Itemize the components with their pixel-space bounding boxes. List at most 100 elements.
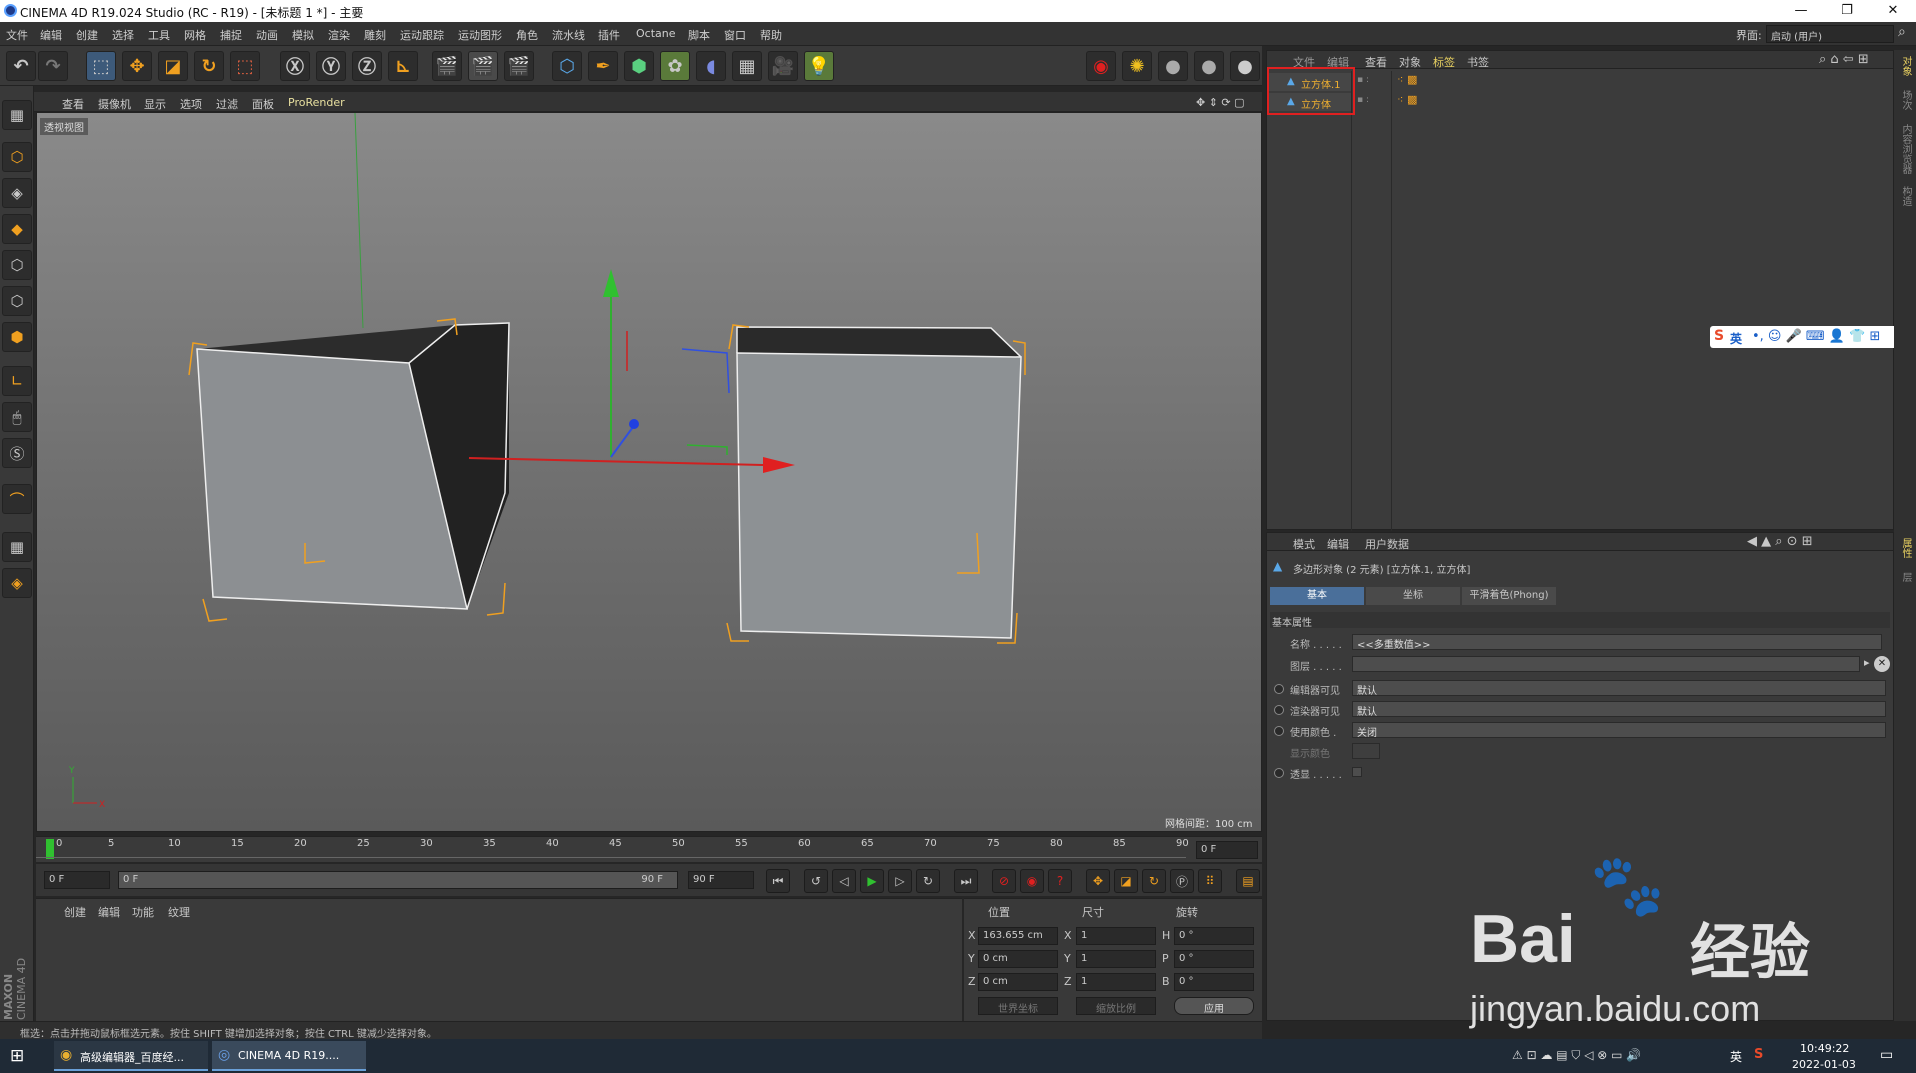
planar-workplane-icon[interactable]: ◈ [2,568,32,598]
menu-pipeline[interactable]: 流水线 [552,27,585,43]
menu-script[interactable]: 脚本 [688,27,710,43]
cube-primitive-icon[interactable]: ⬡ [552,51,582,81]
position-y-field[interactable]: 0 cm [978,950,1058,968]
objmgr-menu-tags[interactable]: 标签 [1433,54,1455,70]
menu-snap[interactable]: 捕捉 [220,27,242,43]
viewport-menu-panel[interactable]: 面板 [252,96,274,112]
side-tab-takes[interactable]: 场次 [1897,90,1913,110]
locked-workplane-icon[interactable]: ▦ [2,532,32,562]
clock-date[interactable]: 2022-01-03 [1792,1058,1856,1071]
notification-icon[interactable]: ▭ [1880,1047,1893,1063]
rotation-h-field[interactable]: 0 ° [1174,927,1254,945]
octane-render-icon[interactable]: ◉ [1086,51,1116,81]
magnet-icon[interactable]: ⌒ [2,484,32,514]
move-icon[interactable]: ✥ [122,51,152,81]
position-x-field[interactable]: 163.655 cm [978,927,1058,945]
deformer-icon[interactable]: ◖ [696,51,726,81]
viewport-menu-filter[interactable]: 过滤 [216,96,238,112]
interface-select[interactable]: 启动 (用户) [1766,25,1894,43]
ime-toolbar[interactable]: S 英 •, ☺ 🎤 ⌨ 👤 👕 ⊞ [1710,326,1916,348]
side-tab-content-browser[interactable]: 内容浏览器 [1897,124,1913,174]
attr-tab-phong[interactable]: 平滑着色(Phong) [1462,587,1556,605]
menu-character[interactable]: 角色 [516,27,538,43]
octane-material-icon[interactable]: ● [1158,51,1188,81]
recent-tool-icon[interactable]: ⬚ [230,51,260,81]
gizmo-z-axis[interactable] [610,426,634,458]
y-axis-lock-icon[interactable]: Ⓨ [316,51,346,81]
array-generator-icon[interactable]: ✿ [660,51,690,81]
light-icon[interactable]: 💡 [804,51,834,81]
menu-animate[interactable]: 动画 [256,27,278,43]
perspective-viewport[interactable]: Y X [36,112,1262,832]
gizmo-z-handle[interactable] [629,419,639,429]
next-key-icon[interactable]: ↻ [916,869,940,893]
playhead-marker[interactable] [46,839,54,859]
workplane-icon[interactable]: ◆ [2,214,32,244]
side-tab-attributes[interactable]: 属性 [1897,538,1913,558]
go-to-end-icon[interactable]: ⏭ [954,869,978,893]
layer-clear-icon[interactable]: ✕ [1874,656,1890,672]
key-position-icon[interactable]: ✥ [1086,869,1110,893]
clock-time[interactable]: 10:49:22 [1800,1042,1849,1055]
gizmo-x-axis[interactable] [468,457,764,466]
edges-mode-icon[interactable]: ⬡ [2,286,32,316]
menu-render[interactable]: 渲染 [328,27,350,43]
play-icon[interactable]: ▶ [860,869,884,893]
attr-menu-userdata[interactable]: 用户数据 [1365,536,1409,552]
key-rotation-icon[interactable]: ↻ [1142,869,1166,893]
render-view-icon[interactable]: 🎬 [432,51,462,81]
size-z-field[interactable]: 1 [1076,973,1156,991]
phong-tag-icon[interactable]: ⁖ ▩ [1397,73,1417,86]
size-y-field[interactable]: 1 [1076,950,1156,968]
record-active-icon[interactable]: ⊘ [992,869,1016,893]
texture-mode-icon[interactable]: ◈ [2,178,32,208]
timeline-ruler[interactable]: 0 F [36,836,1262,862]
rotation-p-field[interactable]: 0 ° [1174,950,1254,968]
editor-visible-select[interactable]: 默认 [1352,680,1886,697]
menu-help[interactable]: 帮助 [760,27,782,43]
name-field[interactable]: <<多重数值>> [1352,634,1882,651]
model-mode-icon[interactable]: ⬡ [2,142,32,172]
xray-checkbox[interactable] [1352,767,1362,777]
attr-nav-icon[interactable]: ◀ ▲ ⌕ ⊙ ⊞ [1747,534,1813,549]
material-menu-texture[interactable]: 纹理 [168,904,190,920]
previous-frame-icon[interactable]: ◁ [832,869,856,893]
undo-icon[interactable]: ↶ [6,51,36,81]
maximize-button[interactable]: ❐ [1824,0,1870,22]
x-axis-lock-icon[interactable]: Ⓧ [280,51,310,81]
rotate-icon[interactable]: ↻ [194,51,224,81]
objmgr-tools-icon[interactable]: ⌕ ⌂ ⇦ ⊞ [1819,52,1869,67]
render-picture-viewer-icon[interactable]: 🎬 [468,51,498,81]
menu-file[interactable]: 文件 [6,27,28,43]
gizmo-yz-plane[interactable] [686,444,728,455]
axis-mode-icon[interactable]: ∟ [2,366,32,396]
redo-icon[interactable]: ↷ [38,51,68,81]
layer-arrow-icon[interactable]: ▸ [1864,656,1870,669]
viewport-menu-view[interactable]: 查看 [62,96,84,112]
points-mode-icon[interactable]: ⬡ [2,250,32,280]
layer-field[interactable] [1352,656,1860,672]
viewport-menu-display[interactable]: 显示 [144,96,166,112]
menu-select[interactable]: 选择 [112,27,134,43]
polygons-mode-icon[interactable]: ⬢ [2,322,32,352]
material-menu-edit[interactable]: 编辑 [98,904,120,920]
attr-menu-mode[interactable]: 模式 [1293,536,1315,552]
radio-use-color[interactable] [1274,726,1284,736]
menu-octane[interactable]: Octane [636,27,676,40]
menu-mesh[interactable]: 网格 [184,27,206,43]
rotation-b-field[interactable]: 0 ° [1174,973,1254,991]
key-pla-icon[interactable]: ⠿ [1198,869,1222,893]
keyframe-selection-icon[interactable]: ? [1048,869,1072,893]
material-menu-function[interactable]: 功能 [132,904,154,920]
close-button[interactable]: ✕ [1870,0,1916,22]
subdivision-surface-icon[interactable]: ⬢ [624,51,654,81]
taskbar-app-browser[interactable]: ◉ 高级编辑器_百度经... [54,1041,208,1071]
viewport-nav-icon[interactable]: ✥ ⇕ ⟳ ▢ [1196,96,1245,109]
viewport-menu-cameras[interactable]: 摄像机 [98,96,131,112]
menu-plugins[interactable]: 插件 [598,27,620,43]
tray-language[interactable]: 英 [1730,1048,1742,1065]
objmgr-menu-objects[interactable]: 对象 [1399,54,1421,70]
end-frame-field[interactable]: 90 F [688,871,754,889]
camera-icon[interactable]: 🎥 [768,51,798,81]
objmgr-menu-view[interactable]: 查看 [1365,54,1387,70]
